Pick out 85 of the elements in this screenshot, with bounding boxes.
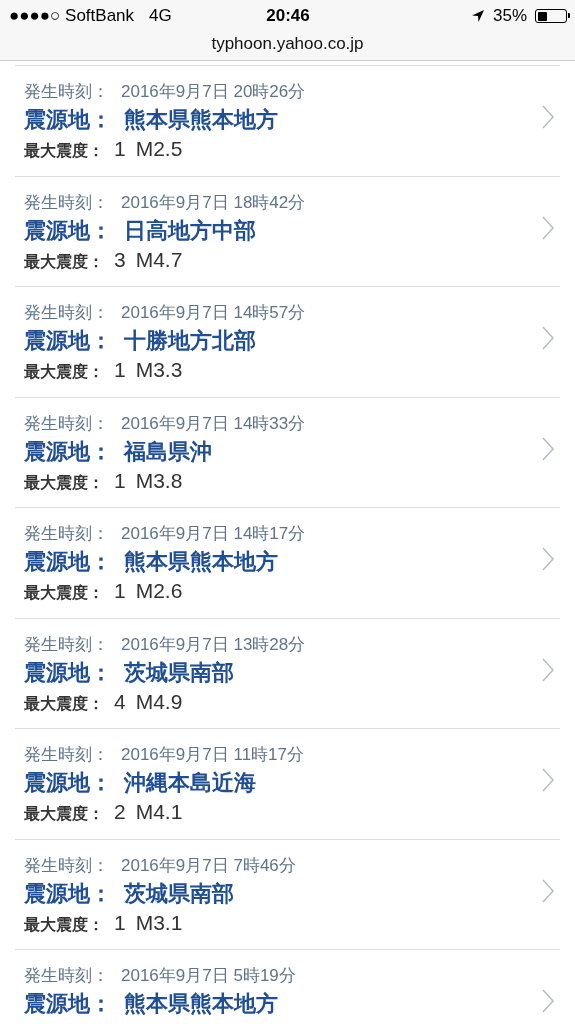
earthquake-list-item[interactable]: 発生時刻： 2016年9月7日 20時26分 震源地： 熊本県熊本地方 最大震度： 1 M2.5 [15,65,560,176]
time-label: 発生時刻： [24,302,109,324]
max-intensity: 3 [114,246,126,273]
chevron-right-icon [541,767,555,793]
magnitude: M3.3 [135,357,183,383]
earthquake-list-item[interactable]: 発生時刻： 2016年9月7日 14時57分 震源地： 十勝地方北部 最大震度： 1 M3.3 [15,286,560,397]
epicenter-label: 震源地： [24,658,112,687]
network-type: 4G [149,6,172,26]
earthquake-list-item[interactable]: 発生時刻： 2016年9月7日 7時46分 震源地： 茨城県南部 最大震度： 1 M3.1 [15,838,560,949]
earthquake-list-item[interactable]: 発生時刻： 2016年9月7日 18時42分 震源地： 日高地方中部 最大震度： 3 M4.7 [15,175,560,286]
intensity-label: 最大震度： [24,583,104,603]
magnitude: M4.7 [135,246,183,273]
time-label: 発生時刻： [24,191,109,214]
chevron-right-icon [541,656,555,683]
epicenter-label: 震源地： [24,879,112,908]
occurrence-time: 2016年9月7日 13時28分 [121,633,306,656]
occurrence-time: 2016年9月7日 11時17分 [121,744,304,766]
location-arrow-icon [471,9,485,23]
magnitude: M2.6 [135,578,183,604]
epicenter-name: 熊本県熊本地方 [124,106,278,134]
epicenter-name: 熊本県熊本地方 [124,548,278,576]
time-label: 発生時刻： [24,854,109,877]
epicenter-label: 震源地： [24,990,112,1018]
max-intensity: 2 [114,799,126,825]
epicenter-name: 茨城県南部 [124,879,234,908]
epicenter-label: 震源地： [24,548,112,576]
epicenter-name: 沖縄本島近海 [124,769,256,797]
epicenter-name: 熊本県熊本地方 [124,990,278,1018]
max-intensity: 1 [114,136,126,162]
chevron-right-icon [541,546,555,572]
epicenter-name: 茨城県南部 [124,658,234,687]
earthquake-list-item[interactable]: 発生時刻： 2016年9月7日 14時17分 震源地： 熊本県熊本地方 最大震度： 1 M2.6 [15,507,560,618]
carrier-signal: ●●●●○ SoftBank [9,6,135,26]
time-label: 発生時刻： [24,81,109,103]
intensity-label: 最大震度： [24,141,104,161]
earthquake-list-item[interactable]: 発生時刻： 2016年9月7日 5時19分 震源地： 熊本県熊本地方 [15,949,560,1024]
max-intensity: 1 [114,357,126,383]
intensity-label: 最大震度： [24,693,104,714]
time-label: 発生時刻： [24,523,109,545]
earthquake-list-item[interactable]: 発生時刻： 2016年9月7日 11時17分 震源地： 沖縄本島近海 最大震度： 2 M4.1 [15,728,560,839]
intensity-label: 最大震度： [24,804,104,824]
occurrence-time: 2016年9月7日 14時33分 [121,412,306,435]
intensity-label: 最大震度： [24,472,104,493]
battery-icon [535,9,567,23]
chevron-right-icon [541,325,555,351]
time-label: 発生時刻： [24,744,109,766]
earthquake-list-item[interactable]: 発生時刻： 2016年9月7日 13時28分 震源地： 茨城県南部 最大震度： 4 M4.9 [15,617,560,728]
max-intensity: 1 [114,909,126,936]
clock-time: 20:46 [266,6,310,26]
time-label: 発生時刻： [24,965,109,987]
epicenter-label: 震源地： [24,769,112,797]
chevron-right-icon [541,104,555,130]
magnitude: M4.9 [135,688,183,715]
chevron-right-icon [541,435,555,462]
occurrence-time: 2016年9月7日 7時46分 [121,854,296,877]
epicenter-label: 震源地： [24,437,112,466]
intensity-label: 最大震度： [24,362,104,382]
max-intensity: 4 [114,688,126,715]
epicenter-label: 震源地： [24,327,112,355]
magnitude: M3.1 [135,909,183,936]
chevron-right-icon [541,988,555,1014]
magnitude: M4.1 [135,799,183,825]
occurrence-time: 2016年9月7日 14時17分 [121,523,306,545]
epicenter-name: 十勝地方北部 [124,327,256,355]
earthquake-list-item[interactable]: 発生時刻： 2016年9月7日 14時33分 震源地： 福島県沖 最大震度： 1 M3.8 [15,396,560,507]
battery-percent: 35% [493,6,527,26]
magnitude: M2.5 [135,136,183,162]
magnitude: M3.8 [135,467,183,494]
epicenter-label: 震源地： [24,106,112,134]
occurrence-time: 2016年9月7日 14時57分 [121,302,306,324]
chevron-right-icon [541,214,555,241]
epicenter-name: 福島県沖 [124,437,212,466]
occurrence-time: 2016年9月7日 5時19分 [121,965,296,987]
url-text[interactable]: typhoon.yahoo.co.jp [211,34,364,53]
occurrence-time: 2016年9月7日 18時42分 [121,191,306,214]
occurrence-time: 2016年9月7日 20時26分 [121,81,306,103]
intensity-label: 最大震度： [24,251,104,272]
time-label: 発生時刻： [24,412,109,435]
max-intensity: 1 [114,467,126,494]
max-intensity: 1 [114,578,126,604]
chevron-right-icon [541,877,555,904]
epicenter-label: 震源地： [24,216,112,245]
epicenter-name: 日高地方中部 [124,216,256,245]
time-label: 発生時刻： [24,633,109,656]
intensity-label: 最大震度： [24,914,104,935]
